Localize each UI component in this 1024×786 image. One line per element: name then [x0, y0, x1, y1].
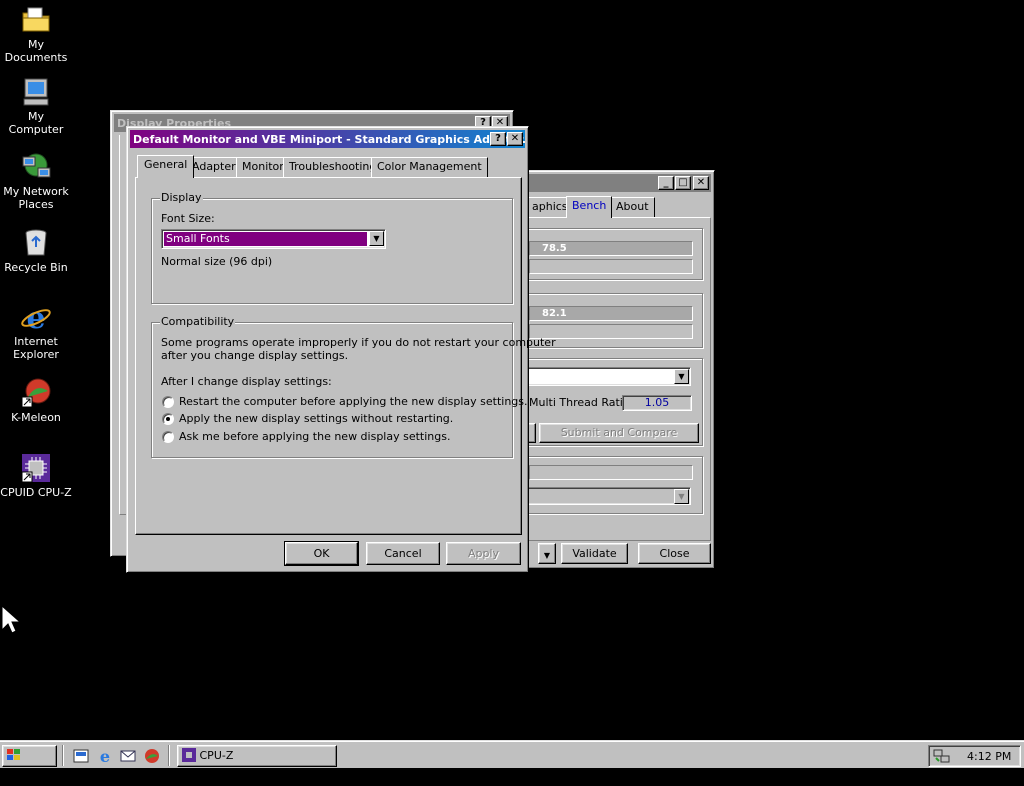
radio-restart[interactable] [162, 396, 174, 408]
close-button[interactable]: ✕ [507, 132, 523, 146]
chevron-down-icon[interactable]: ▼ [674, 369, 689, 384]
radio-ask-before-applying[interactable] [162, 431, 174, 443]
multi-thread-bar: 82.1 [529, 306, 693, 321]
start-button[interactable]: Start [2, 745, 57, 782]
cpu-z-window: _ □ ✕ aphics Bench About 78.5 82.1 ▼ Mul… [522, 170, 715, 569]
taskbar: Start e CPU-Z 4:12 PM [0, 740, 1024, 782]
chevron-down-icon[interactable]: ▼ [369, 231, 384, 246]
validate-button[interactable]: Validate [561, 543, 628, 564]
close-window-button[interactable]: Close [638, 543, 711, 564]
general-tab-panel: Display Font Size: Small Fonts ▼ Normal … [135, 177, 556, 535]
validation-field [529, 465, 693, 480]
desktop-icon-my-network-places[interactable]: My Network Places [0, 151, 72, 211]
svg-text:e: e [100, 747, 110, 765]
desktop-icon-k-meleon[interactable]: K-Meleon [0, 377, 72, 424]
single-thread-bar: 78.5 [529, 241, 693, 256]
validation-select[interactable]: ▼ [527, 487, 691, 505]
monitor-properties-dialog: Default Monitor and VBE Miniport - Stand… [126, 126, 556, 573]
minimize-button[interactable]: _ [658, 176, 674, 190]
single-thread-reference-bar [529, 259, 693, 274]
cpu-z-icon [182, 748, 196, 762]
k-meleon-icon [20, 377, 52, 409]
reference-select[interactable]: ▼ [527, 367, 691, 386]
tab-general[interactable]: General [137, 155, 195, 178]
cancel-button[interactable]: Cancel [366, 542, 440, 565]
submit-compare-button[interactable]: Submit and Compare [539, 423, 699, 443]
tab-bench[interactable]: Bench [566, 196, 613, 218]
cpu-z-titlebar[interactable]: _ □ ✕ [526, 174, 711, 192]
monitor-properties-titlebar[interactable]: Default Monitor and VBE Miniport - Stand… [130, 130, 525, 148]
single-thread-group: 78.5 [523, 228, 703, 280]
tab-monitor[interactable]: Monitor [236, 157, 290, 177]
recycle-bin-icon [20, 227, 52, 259]
validation-group: ▼ [523, 456, 703, 514]
radio-apply-without-restart[interactable] [162, 413, 174, 425]
mouse-cursor-icon [1, 605, 21, 634]
system-tray: 4:12 PM [928, 745, 1021, 767]
maximize-button[interactable]: □ [675, 176, 691, 190]
taskbar-separator [62, 745, 64, 766]
network-tray-icon[interactable] [933, 748, 951, 764]
close-button[interactable]: ✕ [693, 176, 709, 190]
show-desktop-icon[interactable] [72, 747, 90, 765]
multi-thread-ratio-value: 1.05 [622, 395, 692, 411]
help-button[interactable]: ? [490, 132, 506, 146]
internet-explorer-quicklaunch-icon[interactable]: e [96, 747, 114, 766]
apply-button[interactable]: Apply [446, 542, 521, 565]
desktop-icon-my-documents[interactable]: My Documents [0, 4, 72, 64]
cpu-z-icon [20, 452, 52, 484]
bench-panel: 78.5 82.1 ▼ Multi Thread Ratio 1.05 Subm… [523, 217, 711, 541]
ok-button[interactable]: OK [284, 541, 359, 566]
desktop-icon-recycle-bin[interactable]: Recycle Bin [0, 227, 72, 274]
internet-explorer-icon: e [20, 301, 52, 336]
clock[interactable]: 4:12 PM [967, 750, 1011, 763]
network-places-icon [20, 151, 52, 183]
tab-troubleshooting[interactable]: Troubleshooting [283, 157, 383, 177]
tools-dropdown-button[interactable]: ▼ [538, 543, 556, 564]
chevron-down-icon[interactable]: ▼ [674, 489, 689, 504]
windows-logo-icon [7, 749, 20, 760]
desktop-icon-cpu-z[interactable]: CPUID CPU-Z [0, 452, 72, 499]
reference-group: ▼ Multi Thread Ratio 1.05 Submit and Com… [523, 358, 703, 446]
computer-icon [20, 76, 52, 108]
taskbar-separator [168, 745, 170, 766]
desktop-icon-my-computer[interactable]: My Computer [0, 76, 72, 136]
font-size-select[interactable]: Small Fonts ▼ [161, 229, 386, 249]
taskbar-task-cpu-z[interactable]: CPU-Z [177, 745, 337, 767]
chevron-down-icon: ▼ [543, 551, 551, 560]
tab-color-management[interactable]: Color Management [371, 157, 488, 177]
desktop-icon-internet-explorer[interactable]: e Internet Explorer [0, 301, 72, 361]
tab-about[interactable]: About [610, 197, 655, 217]
k-meleon-quicklaunch-icon[interactable] [143, 747, 161, 765]
display-group: Display Font Size: Small Fonts ▼ Normal … [151, 191, 513, 304]
folder-documents-icon [20, 4, 52, 36]
outlook-express-quicklaunch-icon[interactable] [119, 747, 137, 765]
compatibility-group: Compatibility Some programs operate impr… [151, 315, 556, 458]
